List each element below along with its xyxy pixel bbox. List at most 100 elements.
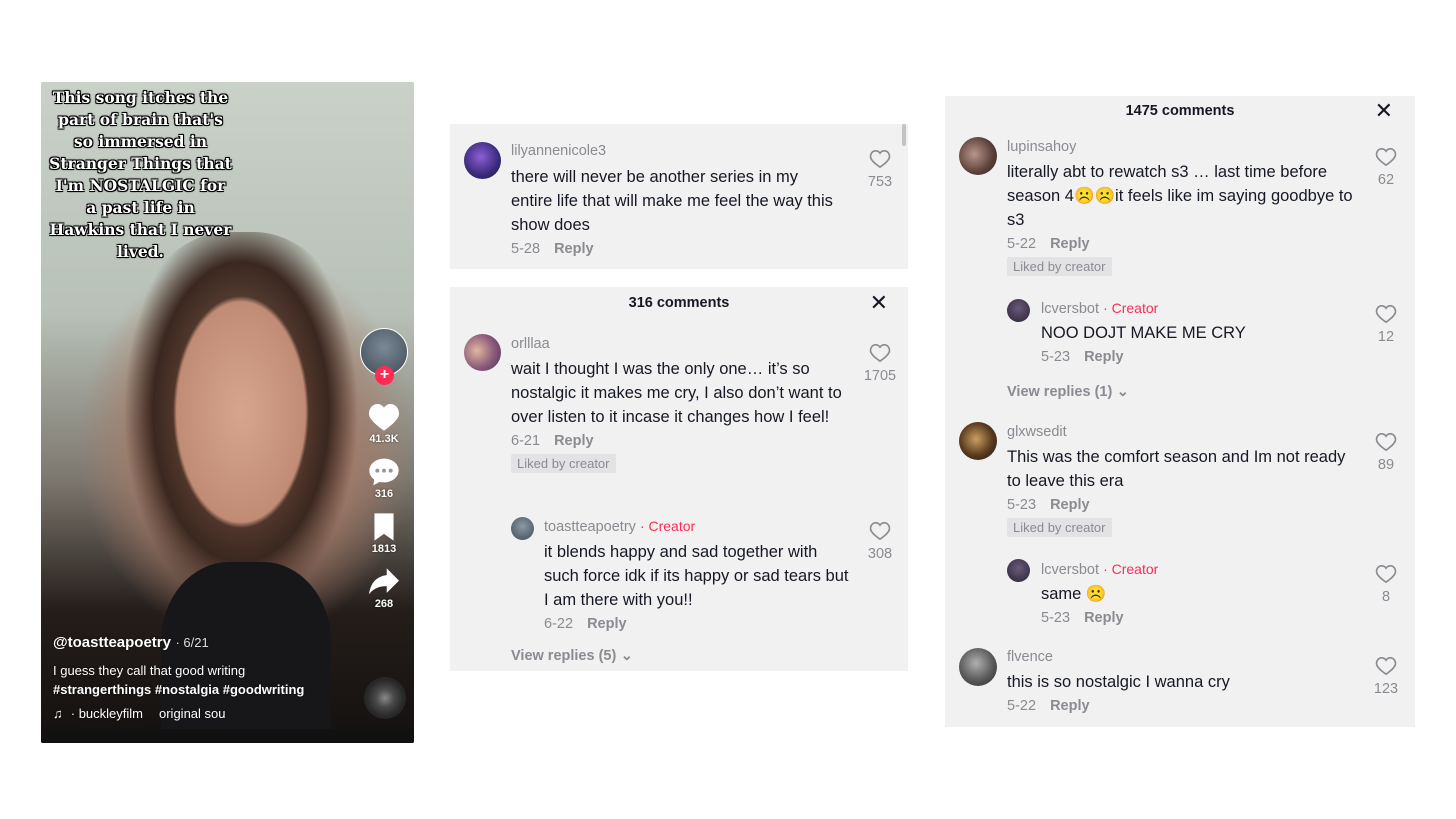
view-replies-label: View replies (5)	[511, 648, 617, 664]
share-action[interactable]: 268	[367, 567, 401, 610]
comment-like[interactable]: 1705	[860, 343, 900, 384]
bookmark-icon[interactable]	[371, 512, 397, 542]
comment-bubble-icon[interactable]	[368, 457, 400, 487]
avatar[interactable]	[511, 517, 534, 540]
avatar[interactable]	[1007, 559, 1030, 582]
heart-icon[interactable]	[367, 402, 401, 432]
comment-like[interactable]: 62	[1366, 147, 1406, 188]
comment-panel-top: lilyannenicole3 there will never be anot…	[450, 124, 908, 269]
comment-username[interactable]: lilyannenicole3	[511, 143, 841, 159]
heart-outline-icon[interactable]	[869, 149, 891, 169]
scrollbar[interactable]	[902, 124, 906, 146]
comment-username[interactable]: orlllaa	[511, 336, 846, 352]
comment-username[interactable]: lcversbot	[1041, 301, 1099, 317]
heart-outline-icon[interactable]	[1375, 564, 1397, 584]
video-text-overlay: This song itches the part of brain that'…	[49, 88, 232, 261]
music-disc-icon[interactable]	[364, 677, 406, 719]
like-count: 753	[867, 174, 893, 190]
comment-text: literally abt to rewatch s3 … last time …	[1007, 163, 1353, 229]
comment-like[interactable]: 8	[1366, 564, 1406, 605]
reply-button[interactable]: Reply	[1050, 698, 1090, 714]
comment-username[interactable]: flvence	[1007, 649, 1357, 665]
heart-outline-icon[interactable]	[869, 343, 891, 363]
comment-username[interactable]: glxwsedit	[1007, 424, 1357, 440]
video-username[interactable]: @toastteapoetry	[53, 634, 171, 651]
avatar[interactable]	[1007, 299, 1030, 322]
view-replies-button[interactable]: View replies (5) ⌄	[511, 647, 633, 665]
like-count: 1705	[863, 368, 897, 384]
comment-username[interactable]: lupinsahoy	[1007, 139, 1357, 155]
reply-comment: toastteapoetry · Creator it blends happy…	[544, 518, 849, 632]
like-count: 12	[1377, 329, 1395, 345]
avatar[interactable]	[464, 334, 501, 371]
comment-text: This was the comfort season and Im not r…	[1007, 448, 1346, 490]
like-count: 41.3K	[369, 433, 399, 445]
comment-like[interactable]: 123	[1366, 656, 1406, 697]
comment: lilyannenicole3 there will never be anot…	[511, 143, 841, 257]
comment-text: same ☹️	[1041, 585, 1107, 603]
comment-username[interactable]: toastteapoetry	[544, 519, 636, 535]
video-description: I guess they call that good writing	[53, 663, 246, 678]
creator-avatar[interactable]: +	[360, 328, 408, 385]
like-count: 62	[1377, 172, 1395, 188]
video-action-bar: + 41.3K 316 1813 268	[359, 328, 409, 622]
liked-by-creator-badge: Liked by creator	[1007, 257, 1112, 276]
save-count: 1813	[371, 543, 397, 555]
video-music[interactable]: ♫ · buckleyfilm original sou	[53, 706, 353, 721]
comment-date: 5-23	[1007, 497, 1037, 513]
heart-outline-icon[interactable]	[1375, 432, 1397, 452]
reply-button[interactable]: Reply	[1050, 236, 1090, 252]
like-count: 89	[1377, 457, 1395, 473]
comment-date: 5-22	[1007, 698, 1037, 714]
comment-username[interactable]: lcversbot	[1041, 562, 1099, 578]
heart-outline-icon[interactable]	[869, 521, 891, 541]
comment-text: it blends happy and sad together with su…	[544, 543, 849, 609]
close-icon[interactable]: ✕	[870, 292, 888, 314]
creator-tag: · Creator	[1103, 561, 1159, 577]
liked-by-creator-badge: Liked by creator	[1007, 518, 1112, 537]
follow-plus-icon[interactable]: +	[375, 366, 394, 385]
comments-header-title: 316 comments	[628, 295, 730, 311]
comment-date: 6-21	[511, 433, 541, 449]
avatar[interactable]	[464, 142, 501, 179]
comment-like[interactable]: 12	[1366, 304, 1406, 345]
comment-like[interactable]: 308	[860, 521, 900, 562]
reply-button[interactable]: Reply	[554, 241, 594, 257]
liked-by-creator-badge: Liked by creator	[511, 454, 616, 473]
reply-button[interactable]: Reply	[1050, 497, 1090, 513]
comment-date: 5-23	[1041, 610, 1071, 626]
like-action[interactable]: 41.3K	[367, 402, 401, 445]
comment-panel-right: 1475 comments ✕ lupinsahoy literally abt…	[945, 96, 1415, 727]
comment-action[interactable]: 316	[368, 457, 400, 500]
reply-button[interactable]: Reply	[587, 616, 627, 632]
reply-button[interactable]: Reply	[1084, 610, 1124, 626]
comment-date: 5-28	[511, 241, 541, 257]
comment-like[interactable]: 89	[1366, 432, 1406, 473]
avatar[interactable]	[959, 137, 997, 175]
heart-outline-icon[interactable]	[1375, 147, 1397, 167]
comment-like[interactable]: 753	[860, 149, 900, 190]
comment: flvence this is so nostalgic I wanna cry…	[1007, 649, 1357, 714]
comment: glxwsedit This was the comfort season an…	[1007, 424, 1357, 537]
reply-comment: lcversbot · Creator NOO DOJT MAKE ME CRY…	[1041, 300, 1351, 365]
video-hashtags[interactable]: #strangerthings #nostalgia #goodwriting	[53, 680, 353, 699]
reply-button[interactable]: Reply	[554, 433, 594, 449]
reply-button[interactable]: Reply	[1084, 349, 1124, 365]
save-action[interactable]: 1813	[371, 512, 397, 555]
heart-outline-icon[interactable]	[1375, 304, 1397, 324]
share-arrow-icon[interactable]	[367, 567, 401, 597]
comments-header-title: 1475 comments	[1125, 103, 1235, 119]
comment-text: there will never be another series in my…	[511, 168, 833, 234]
comment: orlllaa wait I thought I was the only on…	[511, 336, 846, 473]
view-replies-button[interactable]: View replies (1) ⌄	[1007, 383, 1129, 401]
heart-outline-icon[interactable]	[1375, 656, 1397, 676]
close-icon[interactable]: ✕	[1375, 100, 1393, 122]
comment-count: 316	[374, 488, 394, 500]
comment-text: this is so nostalgic I wanna cry	[1007, 673, 1230, 691]
music-track: original sou	[159, 706, 226, 721]
like-count: 123	[1373, 681, 1399, 697]
avatar[interactable]	[959, 648, 997, 686]
avatar[interactable]	[959, 422, 997, 460]
creator-tag: · Creator	[639, 518, 696, 534]
video-player[interactable]: This song itches the part of brain that'…	[41, 82, 414, 743]
